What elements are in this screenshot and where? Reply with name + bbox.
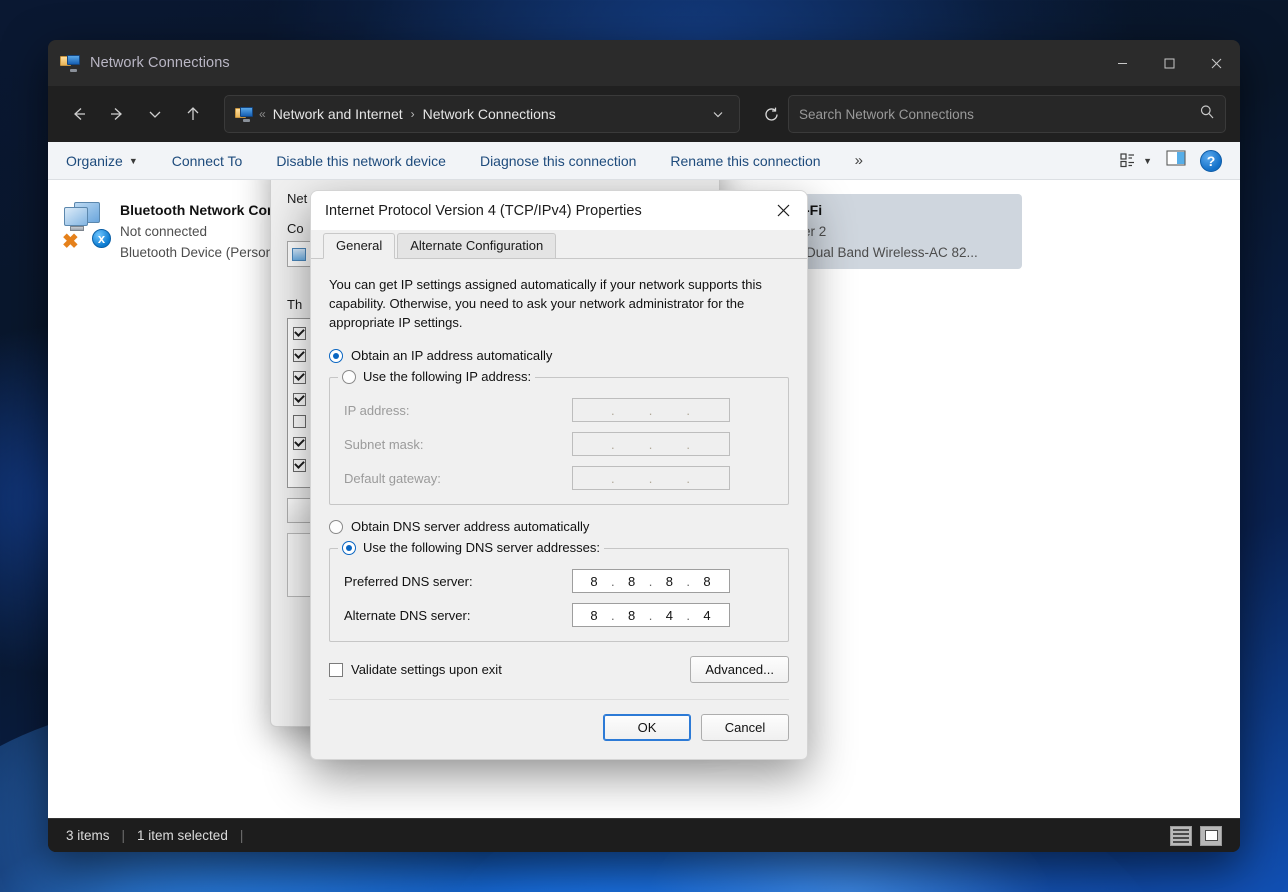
checkbox-label: Validate settings upon exit [351,662,502,677]
command-diagnose[interactable]: Diagnose this connection [480,153,636,169]
radio-label: Use the following DNS server addresses: [363,540,600,555]
status-bar: 3 items | 1 item selected | [48,818,1240,852]
ok-button[interactable]: OK [603,714,691,741]
forward-button[interactable] [100,97,134,131]
cancel-button[interactable]: Cancel [701,714,789,741]
breadcrumb-separator: › [411,107,415,121]
close-button[interactable] [1193,40,1240,86]
manual-ip-group: Use the following IP address: IP address… [329,377,789,505]
command-disable-device[interactable]: Disable this network device [276,153,446,169]
breadcrumb-overflow[interactable]: « [259,107,266,121]
selection-count: 1 item selected [137,828,228,843]
advanced-button[interactable]: Advanced... [690,656,789,683]
checkbox-validate-settings[interactable]: Validate settings upon exit [329,662,502,677]
radio-obtain-dns-automatically[interactable]: Obtain DNS server address automatically [329,519,789,534]
recent-locations-button[interactable] [138,97,172,131]
field-label: Alternate DNS server: [344,608,572,623]
up-button[interactable] [176,97,210,131]
ip-dialog-titlebar[interactable]: Internet Protocol Version 4 (TCP/IPv4) P… [311,191,807,231]
command-organize[interactable]: Organize▼ [66,153,138,169]
tab-general[interactable]: General [323,233,395,259]
subnet-mask-input[interactable]: . . . [572,432,730,456]
command-bar: Organize▼ Connect To Disable this networ… [48,142,1240,180]
network-folder-icon [235,105,253,123]
search-icon[interactable] [1199,104,1215,125]
bluetooth-network-icon: x ✖ [62,200,112,252]
command-rename[interactable]: Rename this connection [670,153,820,169]
radio-indicator [342,541,356,555]
window-titlebar[interactable]: Network Connections [48,40,1240,86]
command-bar-right: ▼ ? [1120,150,1222,172]
search-input[interactable] [799,107,1199,122]
status-separator: | [122,828,126,843]
ip-address-input[interactable]: . . . [572,398,730,422]
connection-status: ober 2 [788,221,978,242]
large-icons-view-icon[interactable] [1200,826,1222,846]
network-connections-window: Network Connections [48,40,1240,852]
field-default-gateway: Default gateway: . . . [344,466,774,490]
breadcrumb-item-network-connections[interactable]: Network Connections [423,106,556,122]
radio-indicator [329,520,343,534]
command-overflow-button[interactable]: » [855,152,863,169]
field-alternate-dns: Alternate DNS server: 8. 8. 4. 4 [344,603,774,627]
field-label: Subnet mask: [344,437,572,452]
back-button[interactable] [62,97,96,131]
address-bar[interactable]: « Network and Internet › Network Connect… [224,95,740,133]
preferred-dns-input[interactable]: 8. 8. 8. 8 [572,569,730,593]
radio-use-following-ip[interactable]: Use the following IP address: [338,369,535,384]
connection-device: R) Dual Band Wireless-AC 82... [788,242,978,263]
checkbox-indicator [329,663,343,677]
ip-settings-description: You can get IP settings assigned automat… [329,275,789,332]
minimize-button[interactable] [1099,40,1146,86]
field-ip-address: IP address: . . . [344,398,774,422]
search-box[interactable] [788,95,1226,133]
field-label: Preferred DNS server: [344,574,572,589]
change-view-button[interactable]: ▼ [1120,153,1152,168]
divider [329,699,789,700]
status-separator-trailing: | [240,828,244,843]
chevron-down-icon: ▼ [1143,156,1152,166]
window-title: Network Connections [90,55,230,71]
radio-label: Obtain DNS server address automatically [351,519,589,534]
breadcrumb-item-network-and-internet[interactable]: Network and Internet [273,106,403,122]
refresh-button[interactable] [754,97,788,131]
details-view-icon[interactable] [1170,826,1192,846]
maximize-button[interactable] [1146,40,1193,86]
ip-dialog-close-button[interactable] [761,191,805,231]
manual-dns-group: Use the following DNS server addresses: … [329,548,789,642]
help-button[interactable]: ? [1200,150,1222,172]
item-count: 3 items [66,828,110,843]
field-subnet-mask: Subnet mask: . . . [344,432,774,456]
tcpipv4-properties-dialog: Internet Protocol Version 4 (TCP/IPv4) P… [310,190,808,760]
preview-pane-button[interactable] [1166,150,1186,171]
network-folder-icon [60,53,80,73]
radio-indicator [329,349,343,363]
radio-indicator [342,370,356,384]
field-preferred-dns: Preferred DNS server: 8. 8. 8. 8 [344,569,774,593]
view-toggles [1170,826,1222,846]
tab-alternate-configuration[interactable]: Alternate Configuration [397,233,556,258]
ip-dialog-footer: OK Cancel [311,714,807,759]
connections-list-area: x ✖ Bluetooth Network Connection Not con… [48,180,1240,818]
alternate-dns-input[interactable]: 8. 8. 4. 4 [572,603,730,627]
field-label: Default gateway: [344,471,572,486]
navigation-bar: « Network and Internet › Network Connect… [48,86,1240,142]
ip-dialog-tabs: General Alternate Configuration [311,231,807,259]
command-connect-to[interactable]: Connect To [172,153,243,169]
field-label: IP address: [344,403,572,418]
radio-use-following-dns[interactable]: Use the following DNS server addresses: [338,540,604,555]
connection-name: Wi-Fi [788,200,978,221]
default-gateway-input[interactable]: . . . [572,466,730,490]
radio-obtain-ip-automatically[interactable]: Obtain an IP address automatically [329,348,789,363]
ip-dialog-body: You can get IP settings assigned automat… [311,259,807,683]
chevron-down-icon[interactable] [703,99,733,129]
window-controls [1099,40,1240,86]
radio-label: Use the following IP address: [363,369,531,384]
ip-dialog-title: Internet Protocol Version 4 (TCP/IPv4) P… [325,203,642,219]
radio-label: Obtain an IP address automatically [351,348,552,363]
